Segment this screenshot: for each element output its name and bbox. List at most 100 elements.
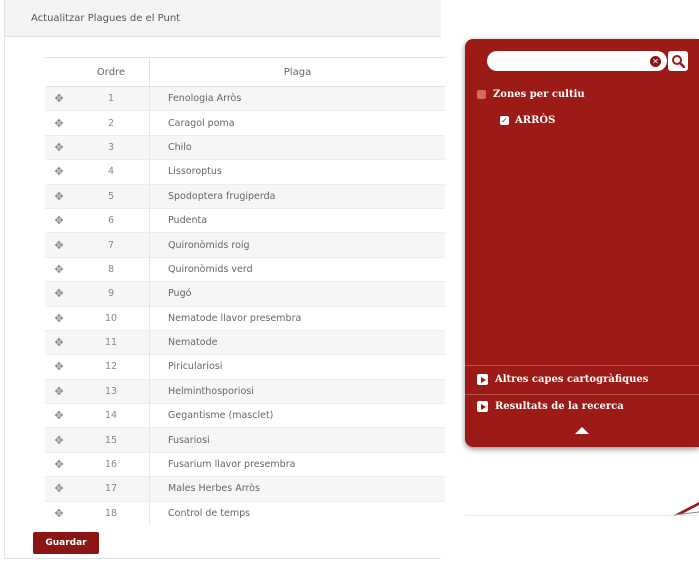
move-handle-icon[interactable]: ✥: [45, 85, 73, 111]
plaga-cell: Quironòmids roig: [149, 232, 445, 258]
table-row[interactable]: ✥ 1 Fenologia Arròs: [45, 85, 445, 111]
pests-table-body: ✥ 1 Fenologia Arròs ✥ 2 Caragol poma ✥ 3 Chilo ✥ 4…: [45, 85, 445, 526]
expand-arrow-icon: [477, 374, 488, 385]
plaga-cell: Nematode llavor presembra: [149, 305, 445, 331]
ordre-cell: 14: [73, 403, 150, 428]
search-input[interactable]: [487, 51, 667, 71]
ordre-cell: 2: [73, 110, 150, 136]
table-row[interactable]: ✥ 12 Piriculariosi: [45, 354, 445, 380]
move-handle-icon[interactable]: ✥: [45, 207, 73, 233]
collapse-up-arrow-icon[interactable]: [575, 427, 589, 434]
ordre-cell: 18: [73, 500, 150, 526]
resultats-recerca-item[interactable]: Resultats de la recerca: [477, 401, 624, 412]
plaga-cell: Males Herbes Arròs: [149, 476, 445, 502]
ordre-cell: 10: [73, 305, 150, 331]
expand-arrow-icon: [477, 401, 488, 412]
ordre-cell: 15: [73, 427, 150, 453]
ordre-cell: 4: [73, 159, 150, 185]
table-row[interactable]: ✥ 5 Spodoptera frugiperda: [45, 183, 445, 209]
ordre-cell: 6: [73, 207, 150, 233]
ordre-cell: 1: [73, 85, 150, 111]
divider: [465, 394, 699, 395]
plaga-cell: Piriculariosi: [149, 354, 445, 380]
table-row[interactable]: ✥ 2 Caragol poma: [45, 110, 445, 136]
move-handle-icon[interactable]: ✥: [45, 378, 73, 404]
ordre-cell: 17: [73, 476, 150, 502]
plaga-cell: Quironòmids verd: [149, 256, 445, 282]
move-handle-icon[interactable]: ✥: [45, 281, 73, 307]
move-handle-icon[interactable]: ✥: [45, 451, 73, 477]
altres-capes-label: Altres capes cartogràfiques: [495, 374, 649, 385]
ordre-cell: 11: [73, 329, 150, 355]
move-handle-icon[interactable]: ✥: [45, 476, 73, 502]
plaga-cell: Pudenta: [149, 207, 445, 233]
map-sidebar: ✕ Zones per cultiu ✓ ARRÒS Altres capes …: [465, 39, 699, 447]
pests-table: Ordre Plaga ✥ 1 Fenologia Arròs ✥ 2 Caragol p…: [45, 57, 445, 526]
plaga-cell: Fenologia Arròs: [149, 85, 445, 111]
table-row[interactable]: ✥ 11 Nematode: [45, 329, 445, 355]
move-handle-icon[interactable]: ✥: [45, 159, 73, 185]
plaga-cell: Nematode: [149, 329, 445, 355]
save-button[interactable]: Guardar: [33, 532, 99, 554]
table-row[interactable]: ✥ 16 Fusarium llavor presembra: [45, 451, 445, 477]
pests-table-container: Ordre Plaga ✥ 1 Fenologia Arròs ✥ 2 Caragol p…: [45, 57, 445, 526]
table-row[interactable]: ✥ 4 Lissoroptus: [45, 159, 445, 185]
move-handle-icon[interactable]: ✥: [45, 354, 73, 380]
plaga-cell: Lissoroptus: [149, 159, 445, 185]
ordre-cell: 12: [73, 354, 150, 380]
arros-checkbox[interactable]: ✓: [500, 116, 509, 125]
map-logo-fragment-icon: [673, 502, 699, 516]
ordre-cell: 13: [73, 378, 150, 404]
divider: [465, 365, 699, 366]
move-handle-icon[interactable]: ✥: [45, 256, 73, 282]
plaga-cell: Control de temps: [149, 500, 445, 526]
panel-title: Actualitzar Plagues de el Punt: [5, 0, 441, 37]
ordre-cell: 3: [73, 134, 150, 160]
collapse-toggle-icon[interactable]: [477, 90, 486, 99]
resultats-recerca-label: Resultats de la recerca: [495, 401, 624, 412]
table-row[interactable]: ✥ 7 Quironòmids roig: [45, 232, 445, 258]
zones-per-cultiu-group[interactable]: Zones per cultiu: [477, 89, 585, 100]
ordre-cell: 5: [73, 183, 150, 209]
map-edge-line: [465, 515, 699, 516]
table-row[interactable]: ✥ 8 Quironòmids verd: [45, 256, 445, 282]
move-handle-icon[interactable]: ✥: [45, 232, 73, 258]
plaga-cell: Caragol poma: [149, 110, 445, 136]
table-row[interactable]: ✥ 14 Gegantisme (masclet): [45, 403, 445, 428]
ordre-cell: 7: [73, 232, 150, 258]
clear-search-icon[interactable]: ✕: [650, 56, 661, 67]
move-handle-icon[interactable]: ✥: [45, 183, 73, 209]
ordre-cell: 9: [73, 281, 150, 307]
table-header-row: Ordre Plaga: [45, 57, 445, 87]
plaga-cell: Fusarium llavor presembra: [149, 451, 445, 477]
arros-layer-item[interactable]: ✓ ARRÒS: [500, 115, 555, 126]
plaga-cell: Pugó: [149, 281, 445, 307]
table-row[interactable]: ✥ 10 Nematode llavor presembra: [45, 305, 445, 331]
zones-per-cultiu-label: Zones per cultiu: [493, 89, 585, 100]
ordre-cell: 8: [73, 256, 150, 282]
move-handle-icon[interactable]: ✥: [45, 403, 73, 428]
table-row[interactable]: ✥ 9 Pugó: [45, 281, 445, 307]
table-row[interactable]: ✥ 17 Males Herbes Arròs: [45, 476, 445, 502]
move-handle-icon[interactable]: ✥: [45, 427, 73, 453]
plaga-column-header: Plaga: [149, 57, 445, 87]
table-row[interactable]: ✥ 6 Pudenta: [45, 207, 445, 233]
plaga-cell: Fusariosi: [149, 427, 445, 453]
table-row[interactable]: ✥ 13 Helminthosporiosi: [45, 378, 445, 404]
move-handle-icon[interactable]: ✥: [45, 110, 73, 136]
arros-label: ARRÒS: [515, 115, 556, 126]
table-row[interactable]: ✥ 15 Fusariosi: [45, 427, 445, 453]
move-handle-icon[interactable]: ✥: [45, 305, 73, 331]
update-pests-panel: Actualitzar Plagues de el Punt Ordre Pla…: [4, 0, 445, 559]
altres-capes-item[interactable]: Altres capes cartogràfiques: [477, 374, 648, 385]
table-row[interactable]: ✥ 3 Chilo: [45, 134, 445, 160]
move-handle-icon[interactable]: ✥: [45, 500, 73, 526]
plaga-cell: Helminthosporiosi: [149, 378, 445, 404]
search-button[interactable]: [668, 51, 688, 71]
move-handle-icon[interactable]: ✥: [45, 134, 73, 160]
plaga-cell: Spodoptera frugiperda: [149, 183, 445, 209]
plaga-cell: Gegantisme (masclet): [149, 403, 445, 428]
move-handle-icon[interactable]: ✥: [45, 329, 73, 355]
table-row[interactable]: ✥ 18 Control de temps: [45, 500, 445, 526]
plaga-cell: Chilo: [149, 134, 445, 160]
